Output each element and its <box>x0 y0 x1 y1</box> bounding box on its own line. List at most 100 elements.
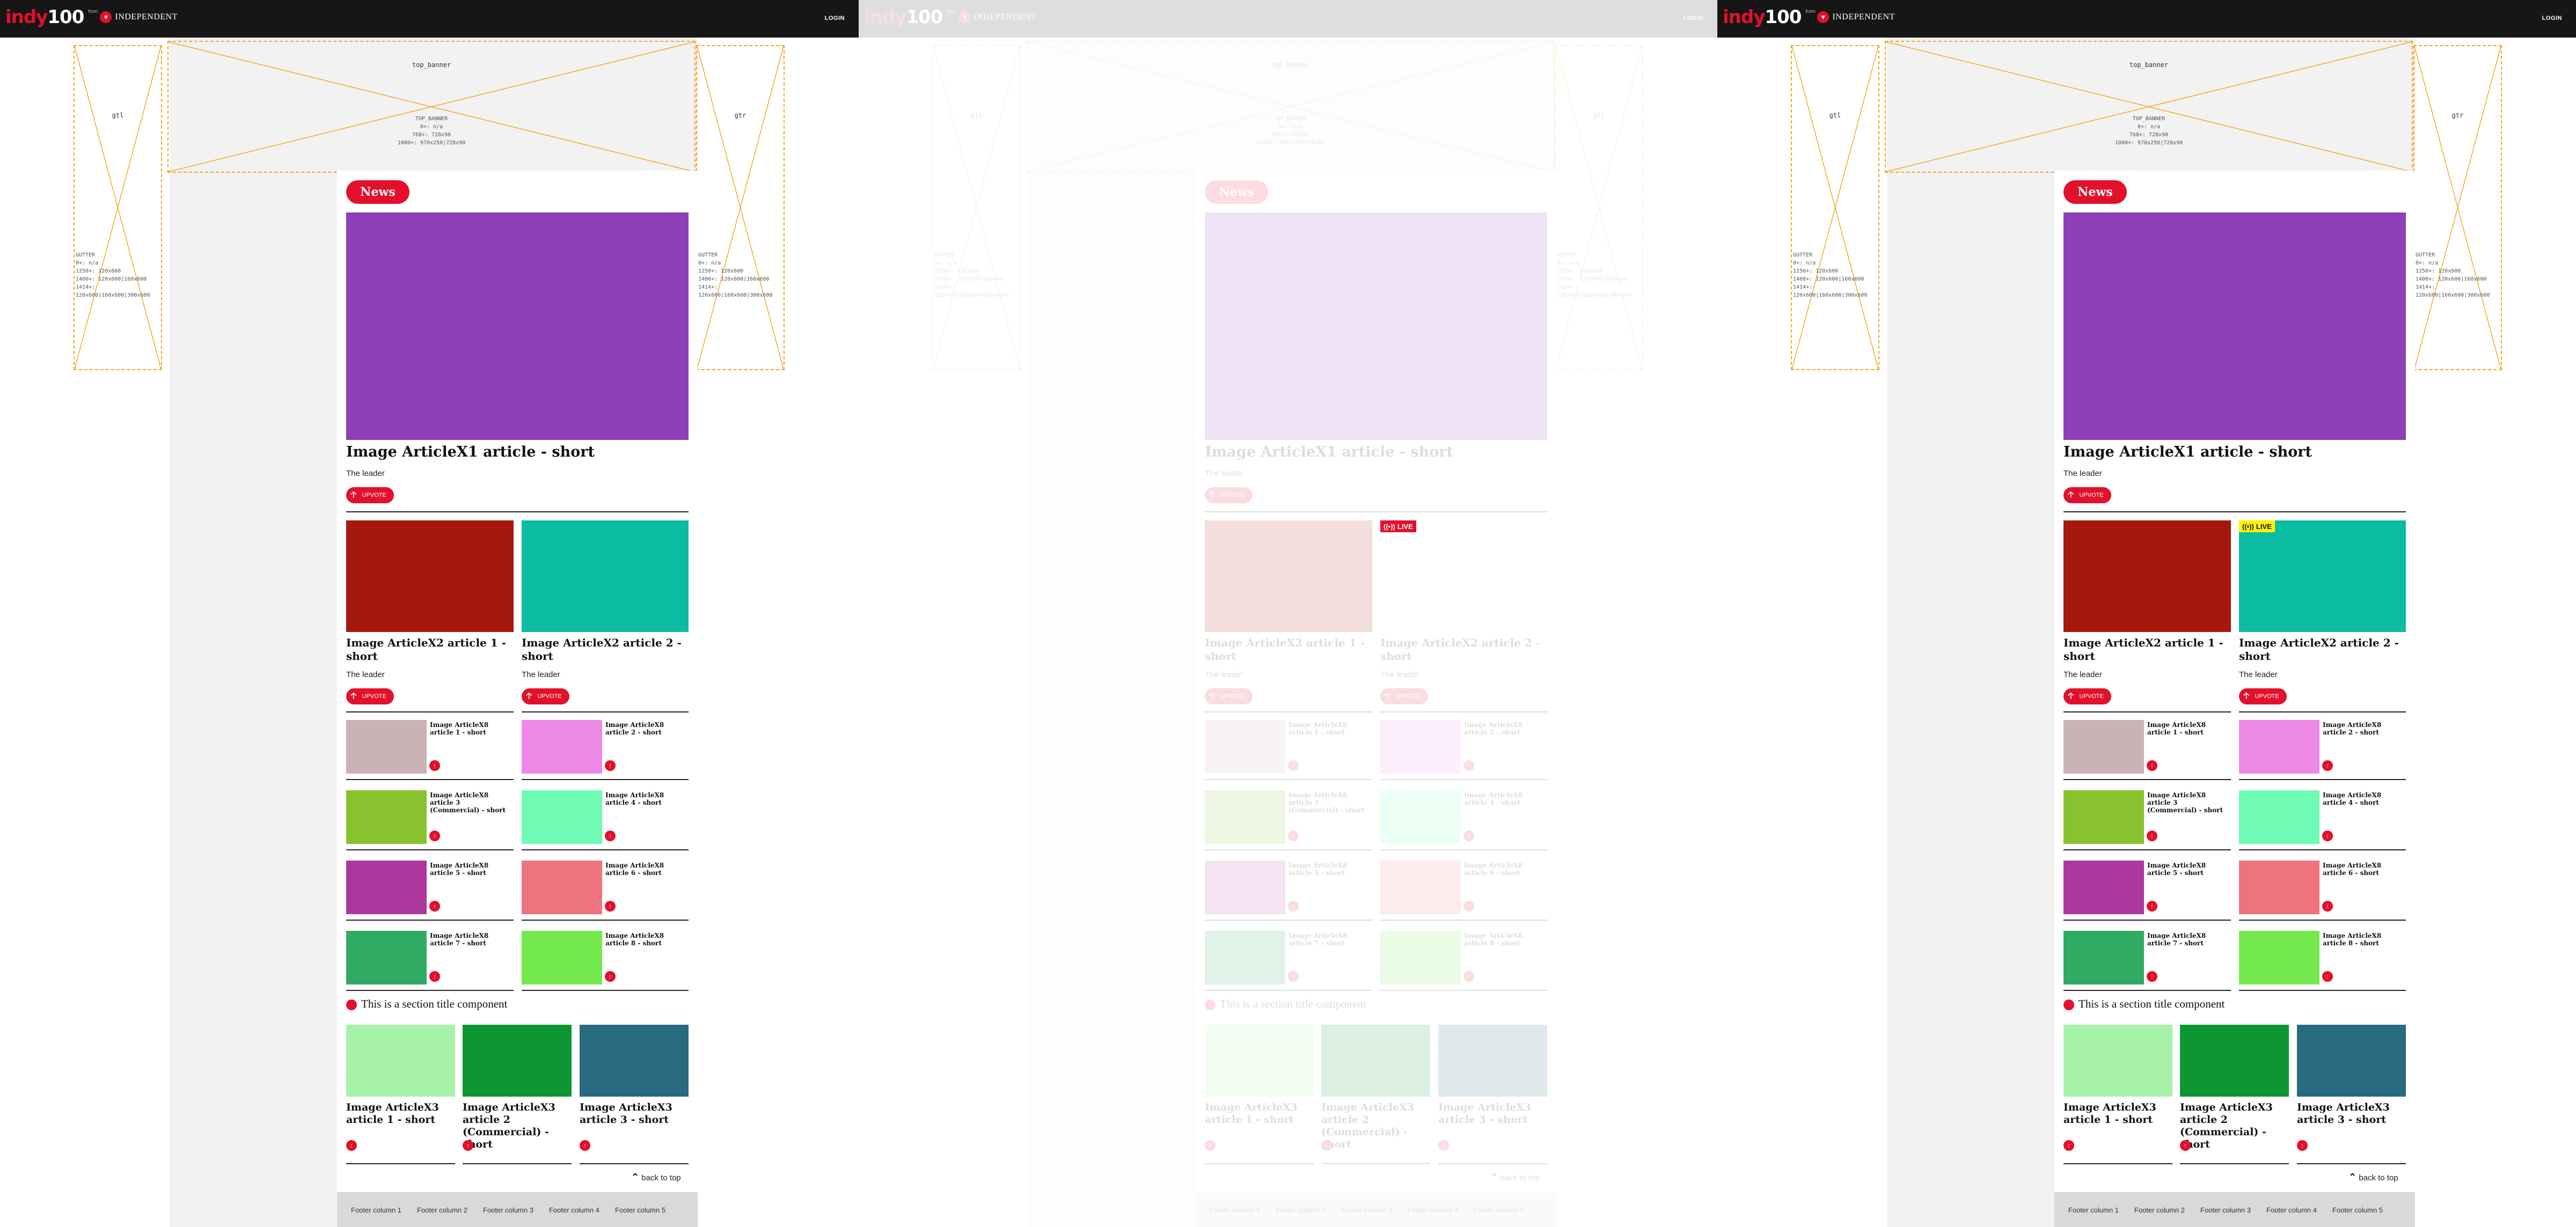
article-x1-image[interactable] <box>2063 212 2406 440</box>
section-pill-news[interactable]: News <box>346 180 409 204</box>
article-x8-image[interactable] <box>346 931 427 984</box>
article-x8-image[interactable] <box>2063 861 2144 914</box>
upvote-icon-button[interactable]: ↑ <box>605 760 616 771</box>
upvote-icon-button[interactable]: ↑ <box>429 901 440 912</box>
upvote-icon-button[interactable]: ↑ <box>1438 1140 1449 1151</box>
article-x8-title[interactable]: Image ArticleX8 article 1 - short <box>1289 721 1369 736</box>
article-x8-title[interactable]: Image ArticleX8 article 2 - short <box>605 721 686 736</box>
upvote-icon-button[interactable]: ↑ <box>1463 831 1474 841</box>
article-x2-1-image[interactable] <box>346 520 514 632</box>
login-link[interactable]: LOGIN <box>2542 15 2562 21</box>
upvote-button[interactable]: 🡡 UPVOTE <box>1205 487 1253 503</box>
article-x2-1-image[interactable] <box>1205 520 1372 632</box>
article-x8-title[interactable]: Image ArticleX8 article 8 - short <box>1464 932 1545 947</box>
article-x3-title[interactable]: Image ArticleX3 article 3 - short <box>2297 1101 2406 1126</box>
article-x3-image[interactable] <box>463 1025 572 1097</box>
article-x8-image[interactable] <box>1380 931 1461 984</box>
article-x3-title[interactable]: Image ArticleX3 article 2 (Commercial) -… <box>1321 1101 1430 1151</box>
article-x8-image[interactable] <box>1380 790 1461 844</box>
upvote-icon-button[interactable]: ↑ <box>1463 971 1474 982</box>
article-x8-image[interactable] <box>2239 861 2319 914</box>
article-x8-image[interactable] <box>2239 931 2319 984</box>
article-x3-title[interactable]: Image ArticleX3 article 1 - short <box>2063 1101 2172 1126</box>
back-to-top-link[interactable]: ⌃ back to top <box>631 1172 681 1183</box>
section-pill-news[interactable]: News <box>2063 180 2127 204</box>
article-x8-title[interactable]: Image ArticleX8 article 7 - short <box>2147 932 2228 947</box>
article-x8-title[interactable]: Image ArticleX8 article 3 (Commercial) -… <box>1289 791 1369 814</box>
article-x8-image[interactable] <box>1380 861 1461 914</box>
article-x2-1-title[interactable]: Image ArticleX2 article 1 - short <box>2063 636 2231 663</box>
upvote-icon-button[interactable]: ↑ <box>580 1140 590 1151</box>
article-x2-1-title[interactable]: Image ArticleX2 article 1 - short <box>1205 636 1372 663</box>
article-x8-title[interactable]: Image ArticleX8 article 5 - short <box>430 862 510 877</box>
article-x3-title[interactable]: Image ArticleX3 article 3 - short <box>1438 1101 1547 1126</box>
footer-column-2[interactable]: Footer column 2 <box>1276 1206 1326 1214</box>
upvote-icon-button[interactable]: ↑ <box>1463 760 1474 771</box>
article-x8-title[interactable]: Image ArticleX8 article 4 - short <box>605 791 686 806</box>
article-x2-2-image[interactable]: ((•)) LIVE <box>2239 520 2406 632</box>
article-x3-title[interactable]: Image ArticleX3 article 2 (Commercial) -… <box>463 1101 572 1151</box>
footer-column-1[interactable]: Footer column 1 <box>2068 1206 2119 1214</box>
upvote-icon-button[interactable]: ↑ <box>2147 760 2157 771</box>
upvote-icon-button[interactable]: ↑ <box>429 971 440 982</box>
upvote-icon-button[interactable]: ↑ <box>2322 901 2333 912</box>
upvote-icon-button[interactable]: ↑ <box>429 831 440 841</box>
article-x8-title[interactable]: Image ArticleX8 article 6 - short <box>1464 862 1545 877</box>
article-x2-2-image[interactable] <box>522 520 689 632</box>
upvote-icon-button[interactable]: ↑ <box>2297 1140 2308 1151</box>
footer-column-3[interactable]: Footer column 3 <box>2200 1206 2251 1214</box>
upvote-button[interactable]: 🡡 UPVOTE <box>2063 487 2111 503</box>
article-x8-image[interactable] <box>522 790 602 844</box>
footer-column-4[interactable]: Footer column 4 <box>1408 1206 1458 1214</box>
article-x2-2-title[interactable]: Image ArticleX2 article 2 - short <box>1380 636 1547 663</box>
article-x1-image[interactable] <box>346 212 689 440</box>
upvote-button[interactable]: 🡡 UPVOTE <box>2239 688 2287 704</box>
article-x8-title[interactable]: Image ArticleX8 article 7 - short <box>430 932 510 947</box>
article-x2-2-title[interactable]: Image ArticleX2 article 2 - short <box>2239 636 2406 663</box>
article-x8-image[interactable] <box>1205 790 1285 844</box>
footer-column-1[interactable]: Footer column 1 <box>351 1206 401 1214</box>
login-link[interactable]: LOGIN <box>1684 15 1703 21</box>
footer-column-1[interactable]: Footer column 1 <box>1210 1206 1260 1214</box>
article-x8-image[interactable] <box>346 720 427 774</box>
upvote-icon-button[interactable]: ↑ <box>429 760 440 771</box>
article-x3-image[interactable] <box>580 1025 689 1097</box>
footer-column-2[interactable]: Footer column 2 <box>417 1206 467 1214</box>
article-x8-image[interactable] <box>1380 720 1461 774</box>
footer-column-4[interactable]: Footer column 4 <box>2266 1206 2317 1214</box>
upvote-icon-button[interactable]: ↑ <box>1288 831 1299 841</box>
article-x3-title[interactable]: Image ArticleX3 article 2 (Commercial) -… <box>2180 1101 2289 1151</box>
upvote-icon-button[interactable]: ↑ <box>605 971 616 982</box>
upvote-icon-button[interactable]: ↑ <box>2322 760 2333 771</box>
login-link[interactable]: LOGIN <box>825 15 845 21</box>
article-x1-title[interactable]: Image ArticleX1 article - short <box>346 443 689 461</box>
article-x8-image[interactable] <box>2239 790 2319 844</box>
article-x8-image[interactable] <box>2063 720 2144 774</box>
upvote-icon-button[interactable]: ↑ <box>2147 901 2157 912</box>
indy100-logo[interactable]: indy100 from ▼ INDEPENDENT <box>864 6 1036 28</box>
article-x8-title[interactable]: Image ArticleX8 article 8 - short <box>2323 932 2403 947</box>
upvote-icon-button[interactable]: ↑ <box>2147 831 2157 841</box>
article-x8-image[interactable] <box>2239 720 2319 774</box>
upvote-icon-button[interactable]: ↑ <box>346 1140 357 1151</box>
article-x8-image[interactable] <box>522 931 602 984</box>
upvote-icon-button[interactable]: ↑ <box>2322 971 2333 982</box>
article-x8-title[interactable]: Image ArticleX8 article 5 - short <box>2147 862 2228 877</box>
section-pill-news[interactable]: News <box>1205 180 1268 204</box>
article-x8-image[interactable] <box>1205 720 1285 774</box>
footer-column-4[interactable]: Footer column 4 <box>549 1206 599 1214</box>
upvote-button[interactable]: 🡡 UPVOTE <box>346 487 394 503</box>
article-x3-image[interactable] <box>1321 1025 1430 1097</box>
article-x8-title[interactable]: Image ArticleX8 article 1 - short <box>430 721 510 736</box>
article-x3-title[interactable]: Image ArticleX3 article 1 - short <box>346 1101 455 1126</box>
article-x3-image[interactable] <box>2180 1025 2289 1097</box>
upvote-icon-button[interactable]: ↑ <box>1288 760 1299 771</box>
article-x2-2-image[interactable]: ((•)) LIVE <box>1380 520 1547 632</box>
article-x3-image[interactable] <box>1205 1025 1314 1097</box>
upvote-icon-button[interactable]: ↑ <box>1288 971 1299 982</box>
upvote-icon-button[interactable]: ↑ <box>1463 901 1474 912</box>
article-x8-title[interactable]: Image ArticleX8 article 2 - short <box>2323 721 2403 736</box>
upvote-icon-button[interactable]: ↑ <box>2322 831 2333 841</box>
article-x8-image[interactable] <box>2063 790 2144 844</box>
article-x8-image[interactable] <box>2063 931 2144 984</box>
